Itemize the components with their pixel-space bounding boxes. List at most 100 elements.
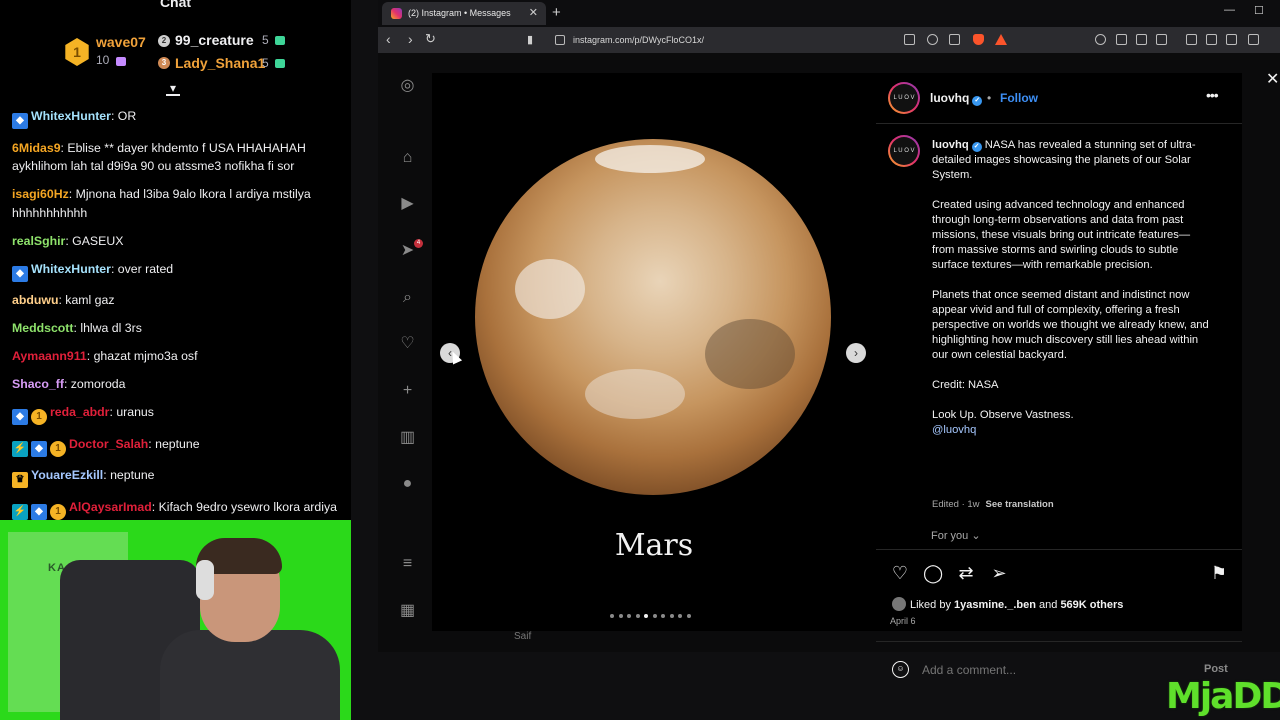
- carousel-dot[interactable]: [652, 614, 657, 618]
- library-icon[interactable]: [1186, 34, 1197, 45]
- search-icon[interactable]: ⌕: [399, 289, 416, 306]
- menu-icon[interactable]: [1248, 34, 1259, 45]
- blue-badge-icon: ◆: [12, 409, 28, 425]
- chat-username[interactable]: Aymaann911: [12, 349, 87, 363]
- collapse-icon[interactable]: ▾: [166, 82, 180, 96]
- site-info-icon[interactable]: [555, 35, 565, 45]
- extension-icon[interactable]: [1136, 34, 1147, 45]
- chat-username[interactable]: Doctor_Salah: [69, 437, 148, 451]
- chat-text: neptune: [110, 468, 155, 482]
- chat-username[interactable]: YouareEzkill: [31, 468, 103, 482]
- forward-icon[interactable]: ›: [408, 31, 413, 47]
- carousel-dot[interactable]: [644, 614, 648, 618]
- for-you-dropdown[interactable]: For you ⌄: [931, 529, 981, 542]
- reels-icon[interactable]: ▶: [399, 195, 416, 212]
- save-bookmark-icon[interactable]: ⚑: [1209, 563, 1229, 583]
- maximize-icon[interactable]: ☐: [1254, 4, 1264, 17]
- chat-username[interactable]: Meddscott: [12, 321, 74, 335]
- comment-input[interactable]: [922, 663, 1182, 677]
- extension-icon[interactable]: [1095, 34, 1106, 45]
- for-you-label: For you: [931, 530, 969, 542]
- back-icon[interactable]: ‹: [386, 31, 391, 47]
- tab-instagram[interactable]: (2) Instagram • Messages ✕: [382, 2, 546, 25]
- minimize-icon[interactable]: —: [1224, 4, 1235, 16]
- chat-username[interactable]: realSghir: [12, 234, 65, 248]
- carousel-dot[interactable]: [610, 614, 614, 618]
- extension-icon[interactable]: [1116, 34, 1127, 45]
- brave-shield-icon[interactable]: [973, 34, 984, 45]
- chat-username[interactable]: reda_abdr: [50, 405, 109, 419]
- author-avatar[interactable]: L U O V: [888, 82, 920, 114]
- comment-icon[interactable]: ◯: [923, 563, 943, 583]
- zoom-icon[interactable]: [927, 34, 938, 45]
- repost-icon[interactable]: ⇄: [956, 563, 976, 583]
- brave-rewards-icon[interactable]: [995, 34, 1007, 45]
- create-icon[interactable]: +: [399, 382, 416, 399]
- caption-paragraph-3: Planets that once seemed distant and ind…: [932, 289, 1209, 361]
- close-post-icon[interactable]: ✕: [1266, 69, 1279, 89]
- blue-badge-icon: ◆: [12, 265, 28, 282]
- instagram-sidebar: ◎ ⌂ ▶ ➤ 4 ⌕ ♡ + ▥ ● ≡ ▦: [378, 53, 434, 652]
- bookmark-icon[interactable]: ▮: [527, 33, 533, 46]
- notifications-heart-icon[interactable]: ♡: [399, 335, 416, 352]
- instagram-logo-icon[interactable]: ◎: [399, 77, 416, 94]
- chat-username[interactable]: isagi60Hz: [12, 187, 69, 201]
- chat-username[interactable]: AlQaysarImad: [69, 500, 152, 514]
- carousel-dot[interactable]: [627, 614, 631, 618]
- carousel-dot[interactable]: [686, 614, 691, 618]
- sidebar-icon[interactable]: [1206, 34, 1217, 45]
- new-tab-icon[interactable]: +: [552, 4, 561, 21]
- chat-text: kaml gaz: [65, 293, 115, 307]
- next-slide-icon[interactable]: ›: [846, 343, 866, 363]
- more-menu-icon[interactable]: ≡: [399, 555, 416, 572]
- chat-username[interactable]: 6Midas9: [12, 141, 61, 155]
- liker-username[interactable]: 1yasmine._.ben: [954, 599, 1036, 611]
- home-icon[interactable]: ⌂: [399, 149, 416, 166]
- chat-message: ◆ WhitexHunter: over rated: [12, 260, 342, 282]
- leader-first-user[interactable]: wave07: [96, 34, 146, 50]
- gift-icon: [275, 59, 285, 68]
- tab-close-icon[interactable]: ✕: [529, 2, 538, 25]
- carousel-dot[interactable]: [678, 614, 682, 618]
- chat-username[interactable]: WhitexHunter: [31, 262, 111, 276]
- also-from-meta-icon[interactable]: ▦: [399, 602, 416, 619]
- emoji-icon[interactable]: ☺: [892, 661, 909, 678]
- extensions-puzzle-icon[interactable]: [1156, 34, 1167, 45]
- verified-icon: ✓: [971, 142, 982, 152]
- follow-button[interactable]: Follow: [1000, 91, 1038, 105]
- chat-username[interactable]: abduwu: [12, 293, 58, 307]
- carousel-dot[interactable]: [669, 614, 674, 618]
- url-field[interactable]: instagram.com/p/DWycFloCO1x/: [549, 32, 949, 48]
- post-comment-button[interactable]: Post: [1204, 663, 1228, 675]
- chat-message: 6Midas9: Eblise ** dayer khdemto f USA H…: [12, 139, 342, 176]
- leader-second-user[interactable]: 99_creature: [175, 32, 254, 48]
- carousel-dot[interactable]: [635, 614, 640, 618]
- chat-separator: :: [110, 261, 118, 276]
- like-heart-icon[interactable]: ♡: [890, 563, 910, 583]
- caption-mention-link[interactable]: @luovhq: [932, 423, 1212, 438]
- author-handle[interactable]: luovhq ✓: [930, 91, 983, 106]
- carousel-dot[interactable]: [661, 614, 665, 618]
- profile-avatar-icon[interactable]: ●: [399, 475, 416, 492]
- leader-third-user[interactable]: Lady_Shana1: [175, 55, 265, 71]
- likes-prefix: Liked by: [910, 599, 955, 611]
- chat-username[interactable]: Shaco_ff: [12, 377, 64, 391]
- bronze-medal-icon: 3: [158, 57, 170, 69]
- crown-badge-icon: ♛: [12, 472, 28, 488]
- carousel-dot[interactable]: [618, 614, 623, 618]
- cast-icon[interactable]: [904, 34, 915, 45]
- share-send-icon[interactable]: ➢: [989, 563, 1009, 583]
- more-options-icon[interactable]: •••: [1206, 87, 1219, 103]
- wallet-icon[interactable]: [1226, 34, 1237, 45]
- dashboard-icon[interactable]: ▥: [399, 429, 416, 446]
- edited-label: Edited · 1w: [932, 499, 980, 510]
- likes-others-link[interactable]: 569K others: [1060, 599, 1123, 611]
- caption-handle[interactable]: luovhq ✓: [932, 139, 982, 152]
- share-icon[interactable]: [949, 34, 960, 45]
- see-translation-link[interactable]: See translation: [986, 499, 1054, 510]
- chat-text: over rated: [117, 261, 174, 276]
- chat-username[interactable]: WhitexHunter: [31, 109, 111, 123]
- caption-author-avatar[interactable]: L U O V: [888, 135, 920, 167]
- tab-bar: (2) Instagram • Messages ✕ + — ☐: [378, 0, 1280, 27]
- reload-icon[interactable]: ↻: [425, 31, 436, 47]
